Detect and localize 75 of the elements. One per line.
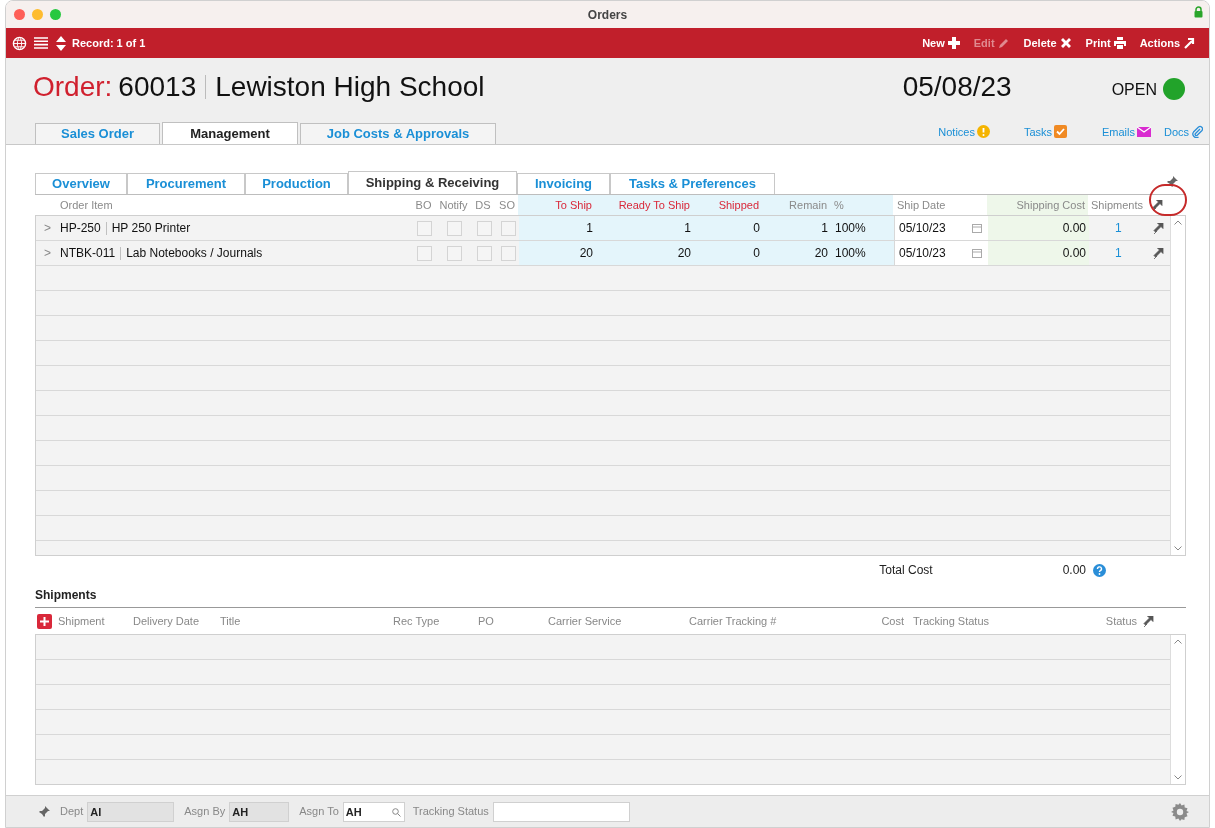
column-header: Order Item: [59, 197, 113, 213]
table-cell-text: 0.00: [1062, 220, 1086, 237]
column-header: Ship Date: [896, 197, 946, 213]
order-date: 05/08/23: [902, 69, 1012, 104]
column-header: Shipping Cost: [1016, 197, 1086, 213]
column-header: To Ship: [555, 197, 593, 213]
item-code: NTBK-011: [60, 245, 116, 262]
expand-toggle[interactable]: >: [44, 244, 60, 262]
table-cell-text: 1: [821, 220, 828, 237]
toolbar-button[interactable]: Print: [1085, 34, 1126, 52]
table-cell-text: 1: [684, 220, 691, 237]
column-header: Carrier Tracking #: [689, 613, 777, 629]
column-header: SO: [499, 197, 515, 213]
tab[interactable]: Shipping & Receiving: [348, 171, 517, 194]
field-label: Dept: [60, 804, 84, 820]
tab[interactable]: Production: [245, 173, 348, 194]
link[interactable]: Docs: [1151, 123, 1203, 140]
total-cost-value: 0.00: [1062, 562, 1086, 579]
shipments-link[interactable]: 1: [1115, 219, 1122, 237]
toolbar-button[interactable]: New: [922, 34, 960, 52]
item-name: Lab Notebooks / Journals: [126, 245, 263, 262]
column-header: Carrier Service: [548, 613, 622, 629]
order-status: OPEN: [1111, 79, 1157, 100]
column-header: %: [833, 197, 844, 213]
shipments-link[interactable]: 1: [1115, 244, 1122, 262]
tab[interactable]: Sales Order: [35, 123, 160, 144]
field-label: Asgn By: [184, 804, 226, 820]
column-header: Remain: [789, 197, 828, 213]
table-cell-text: 20: [677, 245, 691, 262]
item-name: HP 250 Printer: [111, 220, 191, 237]
tab[interactable]: Overview: [35, 173, 127, 194]
tab[interactable]: Job Costs & Approvals: [300, 123, 496, 144]
field-label: Tracking Status: [412, 804, 489, 820]
table-cell-text: 0: [753, 245, 760, 262]
column-header: Tracking Status: [913, 613, 989, 629]
order-label: Order:: [33, 69, 113, 104]
column-header: Cost: [881, 613, 904, 629]
column-header: Notify: [439, 197, 468, 213]
column-header: DS: [475, 197, 491, 213]
table-cell-text: 0: [753, 220, 760, 237]
section-title: Shipments: [35, 587, 98, 604]
column-header: Shipments: [1090, 197, 1143, 213]
column-header: Title: [220, 613, 241, 629]
tab[interactable]: Management: [162, 122, 298, 144]
expand-toggle[interactable]: >: [44, 219, 60, 237]
link[interactable]: Emails: [1067, 123, 1151, 140]
column-header: Rec Type: [393, 613, 440, 629]
record-counter: Record: 1 of 1: [72, 35, 146, 51]
column-header: Ready To Ship: [618, 197, 691, 213]
column-header: PO: [478, 613, 494, 629]
column-header: Shipment: [58, 613, 105, 629]
toolbar-button[interactable]: Delete: [1023, 34, 1072, 52]
table-cell-text: 1: [586, 220, 593, 237]
field-label: Asgn To: [299, 804, 339, 820]
link[interactable]: Notices: [902, 123, 990, 140]
item-code: HP-250: [60, 220, 101, 237]
toolbar-button[interactable]: Actions: [1139, 34, 1195, 52]
column-header: Status: [1105, 613, 1137, 629]
table-cell-text: 100%: [835, 245, 866, 262]
lookup-field[interactable]: AH: [342, 801, 405, 822]
tab[interactable]: Invoicing: [517, 173, 610, 194]
table-cell-text: 20: [814, 245, 828, 262]
column-header: Shipped: [718, 197, 760, 213]
column-header: BO: [415, 197, 432, 213]
customer-name: Lewiston High School: [215, 69, 485, 104]
order-number: 60013: [118, 69, 197, 104]
table-cell-text: 0.00: [1062, 245, 1086, 262]
column-header: Delivery Date: [133, 613, 200, 629]
total-cost-label: Total Cost: [879, 562, 933, 579]
tab[interactable]: Procurement: [127, 173, 245, 194]
table-cell-text: 100%: [835, 220, 866, 237]
window-title: Orders: [587, 6, 628, 24]
table-cell-text: 20: [579, 245, 593, 262]
tab[interactable]: Tasks & Preferences: [610, 173, 775, 194]
link[interactable]: Tasks: [990, 123, 1067, 140]
